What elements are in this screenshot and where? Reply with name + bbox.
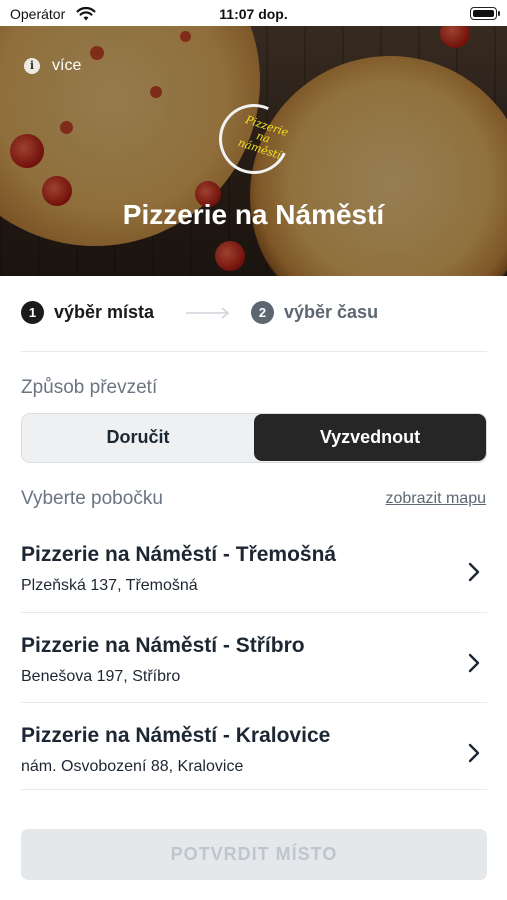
info-icon: i <box>24 58 40 74</box>
step-number: 2 <box>251 301 274 324</box>
chevron-right-icon <box>468 743 480 763</box>
branch-address: Benešova 197, Stříbro <box>21 668 181 685</box>
step-label: výběr času <box>284 302 379 322</box>
branch-name: Pizzerie na Náměstí - Kralovice <box>21 724 331 747</box>
info-label: více <box>52 57 82 74</box>
branch-name: Pizzerie na Náměstí - Stříbro <box>21 634 305 657</box>
branch-address: nám. Osvobození 88, Kralovice <box>21 758 244 775</box>
restaurant-title: Pizzerie na Náměstí <box>122 199 385 230</box>
divider <box>21 612 487 613</box>
status-time: 11:07 dop. <box>219 6 288 22</box>
pickup-option[interactable]: Vyzvednout <box>254 414 486 461</box>
delivery-option[interactable]: Doručit <box>22 414 254 461</box>
branch-address: Plzeňská 137, Třemošná <box>21 577 198 594</box>
show-map-link[interactable]: zobrazit mapu <box>386 490 487 508</box>
divider <box>21 351 487 352</box>
branch-item-kralovice[interactable]: Pizzerie na Náměstí - Kralovice nám. Osv… <box>21 724 487 804</box>
pickup-method-label: Způsob převzetí <box>21 377 158 398</box>
branch-section-label: Vyberte pobočku <box>21 488 163 509</box>
step-select-place[interactable]: 1 výběr místa <box>21 301 154 324</box>
step-select-time[interactable]: 2 výběr času <box>251 301 378 324</box>
branch-name: Pizzerie na Náměstí - Třemošná <box>21 543 337 566</box>
info-button[interactable]: i více <box>24 57 81 75</box>
chevron-right-icon <box>468 653 480 673</box>
divider <box>21 789 487 790</box>
step-label: výběr místa <box>54 302 155 322</box>
branch-item-tremosna[interactable]: Pizzerie na Náměstí - Třemošná Plzeňská … <box>21 543 487 623</box>
pickup-segmented-control: Doručit Vyzvednout <box>21 413 487 463</box>
confirm-place-button[interactable]: POTVRDIT MÍSTO <box>21 829 487 880</box>
battery-icon <box>470 7 500 20</box>
divider <box>21 702 487 703</box>
status-bar: Operátor 11:07 dop. <box>0 0 507 28</box>
chevron-right-icon <box>468 562 480 582</box>
step-number: 1 <box>21 301 44 324</box>
checkout-stepper: 1 výběr místa 2 výběr času <box>21 301 487 331</box>
arrow-right-icon <box>186 307 230 319</box>
